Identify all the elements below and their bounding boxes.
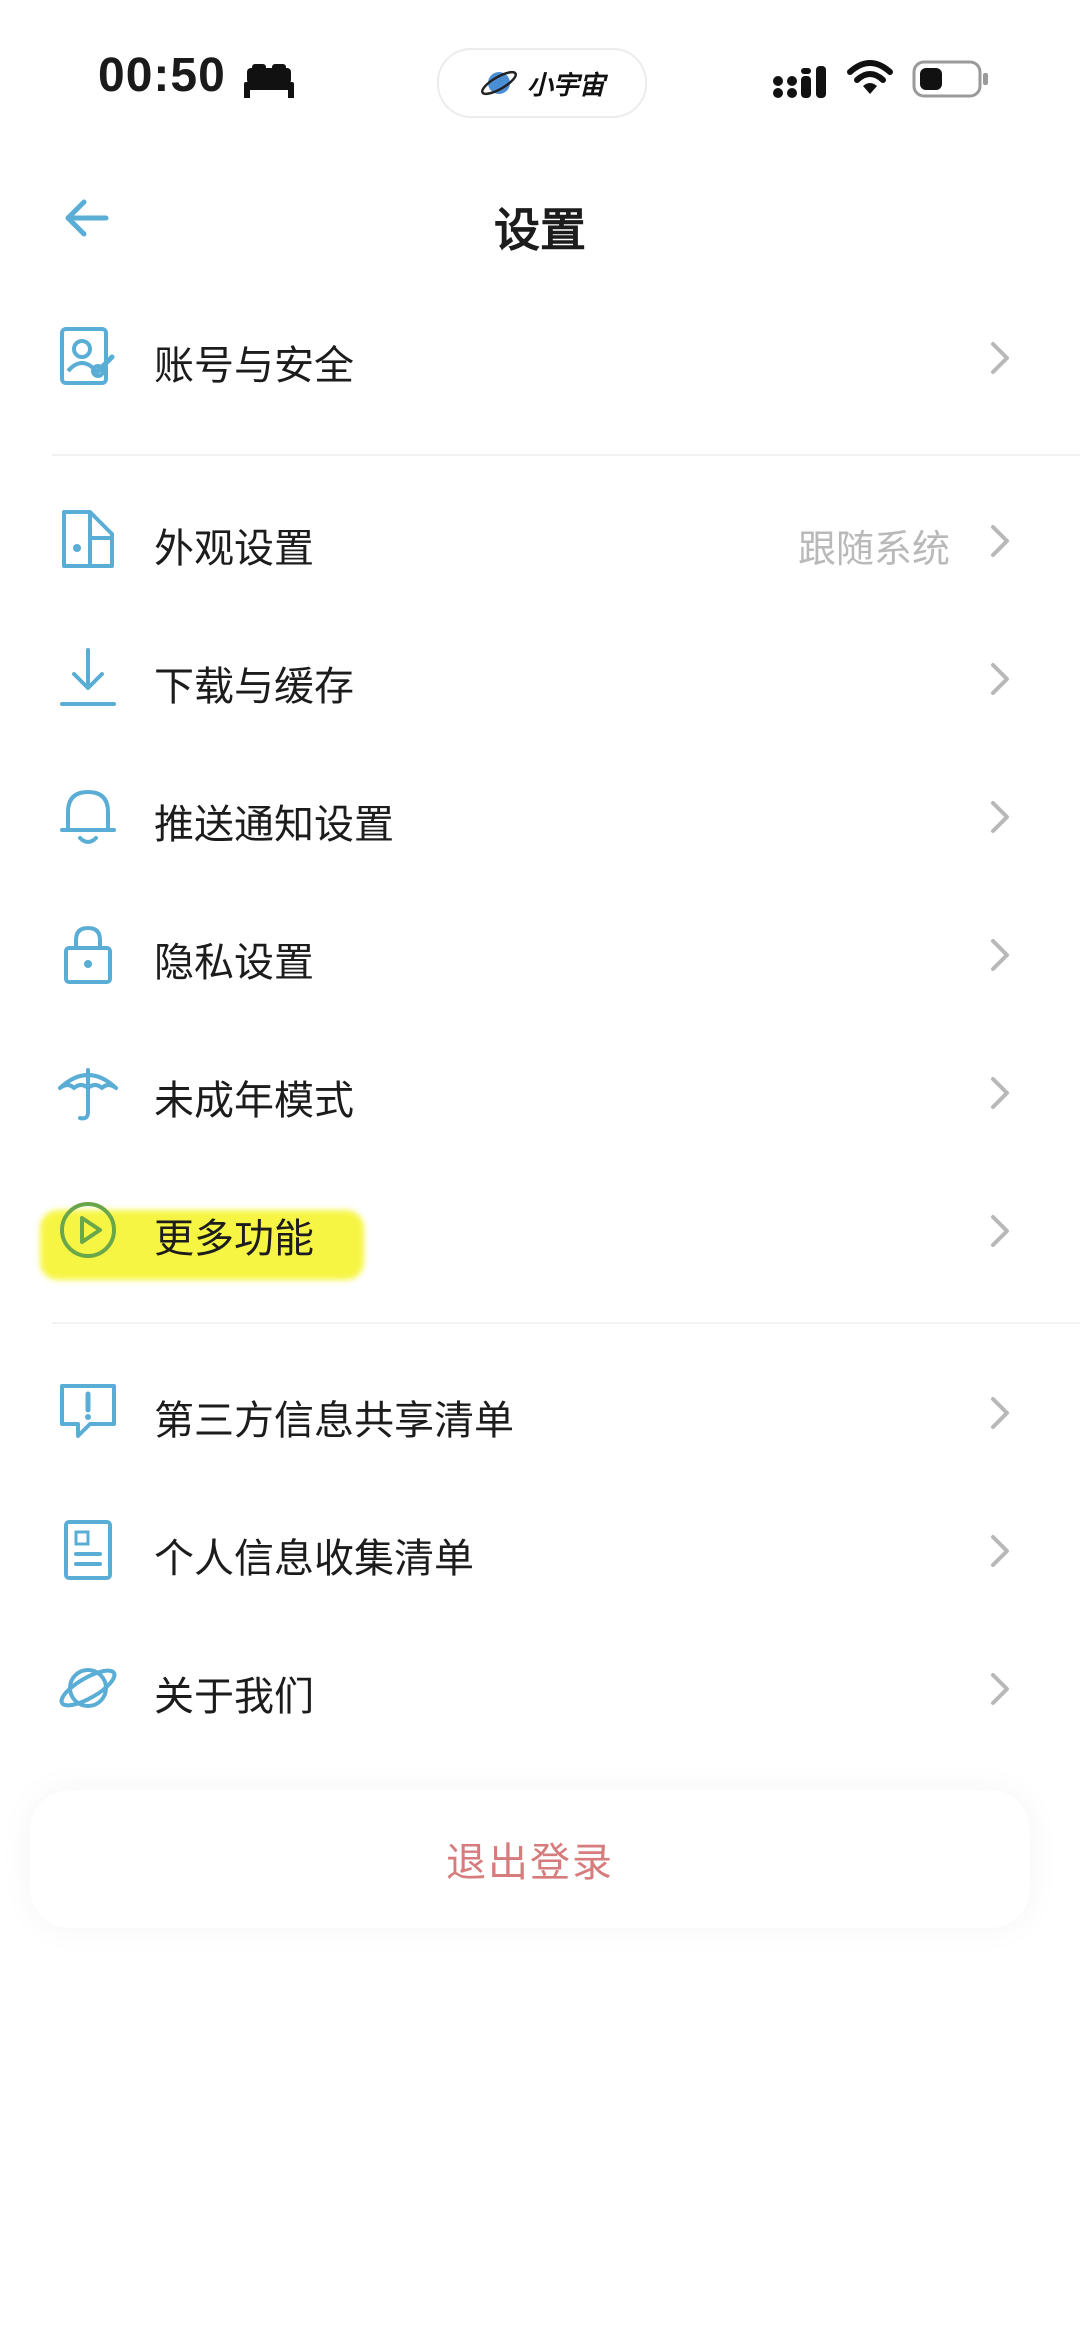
- chevron-right-icon: [991, 1077, 1009, 1109]
- play-circle-icon: [60, 1202, 116, 1258]
- chevron-right-icon: [991, 1673, 1009, 1705]
- setting-label: 个人信息收集清单: [154, 1536, 474, 1582]
- setting-label: 外观设置: [154, 526, 314, 572]
- document-list-icon: [64, 1520, 112, 1580]
- setting-label: 隐私设置: [154, 940, 314, 986]
- app-pill-label: 小宇宙: [526, 70, 605, 101]
- page-title: 设置: [494, 203, 586, 257]
- chevron-right-icon: [991, 1397, 1009, 1429]
- battery-icon: [912, 60, 988, 98]
- setting-label: 第三方信息共享清单: [154, 1398, 514, 1444]
- setting-label: 账号与安全: [154, 343, 354, 389]
- section-divider: [52, 454, 1080, 456]
- setting-minor-mode[interactable]: 未成年模式: [0, 1024, 1080, 1160]
- setting-privacy[interactable]: 隐私设置: [0, 886, 1080, 1022]
- chevron-right-icon: [991, 663, 1009, 695]
- setting-label: 推送通知设置: [154, 802, 394, 848]
- planet-icon: [59, 1668, 117, 1708]
- lock-icon: [64, 925, 112, 984]
- setting-account-security[interactable]: 账号与安全: [0, 289, 1080, 425]
- status-time: 00:50: [98, 49, 226, 102]
- umbrella-icon: [58, 1068, 118, 1121]
- setting-label: 下载与缓存: [154, 664, 354, 710]
- setting-push-notifications[interactable]: 推送通知设置: [0, 748, 1080, 884]
- setting-label: 关于我们: [154, 1674, 314, 1720]
- chevron-right-icon: [991, 342, 1009, 374]
- bell-icon: [60, 790, 116, 844]
- logout-label: 退出登录: [446, 1840, 614, 1886]
- setting-personal-info-collection[interactable]: 个人信息收集清单: [0, 1482, 1080, 1618]
- cellular-signal-icon: [773, 66, 826, 98]
- setting-label: 更多功能: [154, 1216, 314, 1262]
- download-icon: [60, 648, 116, 706]
- section-divider: [52, 1322, 1080, 1324]
- app-indicator-pill[interactable]: 小宇宙: [437, 48, 647, 118]
- chevron-right-icon: [991, 1215, 1009, 1247]
- bed-icon: [244, 64, 294, 98]
- wifi-icon: [847, 60, 893, 94]
- chevron-right-icon: [991, 1535, 1009, 1567]
- chat-alert-icon: [60, 1384, 116, 1438]
- setting-appearance[interactable]: 外观设置 跟随系统: [0, 472, 1080, 608]
- chevron-right-icon: [991, 939, 1009, 971]
- setting-label: 未成年模式: [154, 1078, 354, 1124]
- setting-value: 跟随系统: [797, 527, 950, 571]
- chevron-right-icon: [991, 801, 1009, 833]
- logout-button[interactable]: 退出登录: [30, 1790, 1030, 1928]
- account-security-icon: [60, 327, 115, 385]
- appearance-icon: [62, 510, 114, 568]
- setting-third-party-sharing[interactable]: 第三方信息共享清单: [0, 1344, 1080, 1480]
- navigation-header: 设置: [0, 150, 1080, 280]
- status-bar: 00:50 小宇宙: [0, 0, 1080, 150]
- setting-about-us[interactable]: 关于我们: [0, 1620, 1080, 1756]
- chevron-right-icon: [991, 525, 1009, 557]
- setting-download-cache[interactable]: 下载与缓存: [0, 610, 1080, 746]
- planet-logo-icon: [481, 70, 517, 96]
- setting-more-features[interactable]: 更多功能: [0, 1162, 1080, 1298]
